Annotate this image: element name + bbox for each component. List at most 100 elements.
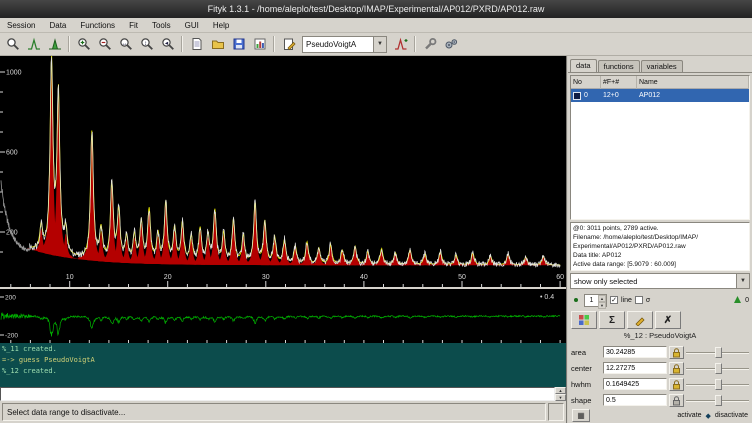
sidebar: data functions variables No #F+# Name 0 …: [566, 56, 752, 423]
menu-fit[interactable]: Fit: [122, 20, 145, 31]
settings-button[interactable]: [419, 34, 440, 54]
function-filter-select[interactable]: show only selected ▼: [570, 273, 750, 289]
column-f[interactable]: #F+#: [601, 76, 637, 89]
main-plot[interactable]: 2006001000102030405060: [0, 56, 566, 287]
slider-thumb[interactable]: [715, 363, 722, 374]
slider-thumb[interactable]: [715, 347, 722, 358]
sigma-label: σ: [646, 297, 650, 304]
hwhm-slider[interactable]: [686, 378, 749, 391]
delete-button[interactable]: ✗: [655, 311, 681, 329]
window-title: Fityk 1.3.1 - /home/aleplo/test/Desktop/…: [208, 4, 545, 14]
toolbar: ↔ ↕ ◂ PseudoVoigtA ▼: [0, 33, 752, 56]
zoom-out-icon: [98, 37, 112, 51]
export-image-button[interactable]: [249, 34, 270, 54]
scroll-up-icon[interactable]: ▲: [555, 387, 566, 394]
statistics-button[interactable]: Σ: [599, 311, 625, 329]
data-action-buttons: Σ ✗: [568, 309, 752, 331]
chevron-down-icon[interactable]: ▼: [373, 37, 386, 52]
disactivate-option[interactable]: disactivate: [715, 412, 748, 419]
dataset-info: @0: 3011 points, 2789 active. Filename: …: [570, 222, 750, 271]
area-lock-button[interactable]: [669, 346, 684, 359]
grid-toggle-button[interactable]: ▦: [572, 409, 590, 422]
menu-functions[interactable]: Functions: [73, 20, 122, 31]
column-name[interactable]: Name: [637, 76, 749, 89]
zoom-in-button[interactable]: [73, 34, 94, 54]
status-grip: [548, 403, 564, 421]
dataset-name: AP012: [637, 92, 749, 99]
menu-tools[interactable]: Tools: [145, 20, 178, 31]
mode-data-range-button[interactable]: [23, 34, 44, 54]
sigma-checkbox[interactable]: [635, 296, 643, 304]
document-icon: [190, 37, 204, 51]
dataset-row[interactable]: 0 12+0 AP012: [571, 89, 749, 102]
command-input[interactable]: [0, 387, 555, 401]
center-slider[interactable]: [686, 362, 749, 375]
new-session-button[interactable]: [186, 34, 207, 54]
menu-data[interactable]: Data: [42, 20, 73, 31]
edit-table-button[interactable]: [571, 311, 597, 329]
menu-gui[interactable]: GUI: [178, 20, 206, 31]
point-size-stepper[interactable]: 1 ▲▼: [584, 294, 607, 307]
scroll-down-icon[interactable]: ▼: [555, 394, 566, 401]
hwhm-lock-button[interactable]: [669, 378, 684, 391]
marker-icon: [733, 295, 742, 305]
floppy-icon: [232, 37, 246, 51]
hwhm-field[interactable]: [603, 378, 667, 390]
add-function-button[interactable]: [390, 34, 411, 54]
function-filter-value: show only selected: [571, 277, 736, 286]
area-field[interactable]: [603, 346, 667, 358]
shape-slider[interactable]: [686, 394, 749, 407]
zoom-previous-button[interactable]: ◂: [157, 34, 178, 54]
function-type-select[interactable]: PseudoVoigtA ▼: [302, 36, 387, 53]
svg-text:30: 30: [262, 274, 270, 281]
function-type-value: PseudoVoigtA: [303, 40, 373, 49]
chevron-down-icon[interactable]: ▼: [736, 274, 749, 288]
console-line: %_11 created.: [2, 344, 564, 355]
param-name: shape: [571, 396, 601, 405]
tab-functions[interactable]: functions: [598, 60, 640, 72]
zoom-previous-icon: ◂: [161, 37, 175, 51]
center-field[interactable]: [603, 362, 667, 374]
save-session-button[interactable]: [228, 34, 249, 54]
info-line: Data title: AP012: [573, 251, 747, 260]
area-slider[interactable]: [686, 346, 749, 359]
menu-session[interactable]: Session: [0, 20, 42, 31]
toolbar-separator: [68, 36, 70, 52]
shape-field[interactable]: [603, 394, 667, 406]
input-history-scrollbar[interactable]: ▲ ▼: [555, 387, 566, 401]
mode-zoom-button[interactable]: [2, 34, 23, 54]
info-line: Active data range: [5.9079 : 60.009]: [573, 260, 747, 269]
sidebar-tabs: data functions variables: [568, 56, 752, 73]
edit-script-button[interactable]: [278, 34, 299, 54]
stepper-up-icon[interactable]: ▲: [598, 295, 606, 302]
stepper-down-icon[interactable]: ▼: [598, 302, 606, 309]
close-icon: ✗: [664, 315, 672, 326]
dataset-checkbox[interactable]: [573, 92, 581, 100]
zoom-vertical-button[interactable]: ↕: [136, 34, 157, 54]
stepper-arrows[interactable]: ▲▼: [598, 295, 606, 306]
activate-option[interactable]: activate: [677, 412, 701, 419]
slider-thumb[interactable]: [715, 379, 722, 390]
tab-variables[interactable]: variables: [641, 60, 683, 72]
zoom-horizontal-button[interactable]: ↔: [115, 34, 136, 54]
tab-data[interactable]: data: [570, 59, 597, 72]
column-no[interactable]: No: [571, 76, 601, 89]
point-size-value: 1: [585, 295, 598, 306]
slider-thumb[interactable]: [715, 395, 722, 406]
shape-lock-button[interactable]: [669, 394, 684, 407]
svg-text:• 0.4: • 0.4: [540, 294, 554, 301]
preferences-button[interactable]: [440, 34, 461, 54]
peak-outline-icon: [27, 37, 41, 51]
menu-help[interactable]: Help: [206, 20, 236, 31]
zoom-out-button[interactable]: [94, 34, 115, 54]
param-row-shape: shape: [568, 392, 752, 408]
transform-button[interactable]: [627, 311, 653, 329]
center-lock-button[interactable]: [669, 362, 684, 375]
open-file-button[interactable]: [207, 34, 228, 54]
open-folder-icon: [211, 37, 225, 51]
line-checkbox[interactable]: ✓: [610, 296, 618, 304]
dataset-list[interactable]: No #F+# Name 0 12+0 AP012: [570, 75, 750, 220]
aux-plot[interactable]: 200-200• 0.4: [0, 289, 566, 343]
wrench-icon: [423, 37, 437, 51]
mode-add-peak-button[interactable]: [44, 34, 65, 54]
